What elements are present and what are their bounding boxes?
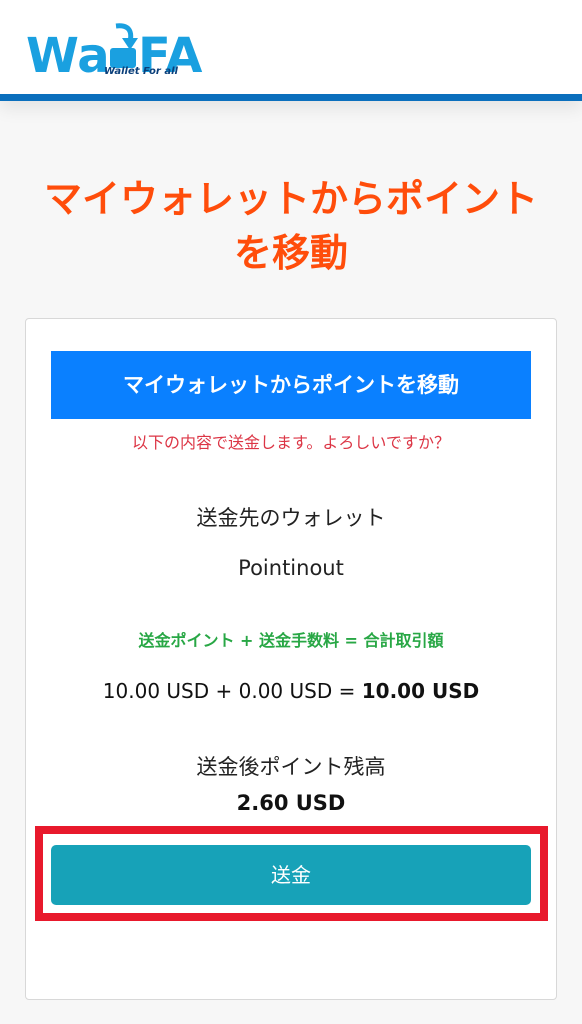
amount-total: 10.00 USD — [361, 679, 480, 703]
logo-text-wa: Wa — [26, 28, 110, 80]
confirm-message: 以下の内容で送金します。よろしいですか？ — [132, 433, 450, 452]
amount-fee: 0.00 USD — [238, 679, 333, 703]
plus-sign: + — [209, 679, 239, 703]
site-header: Wa FA Wallet For all — [0, 0, 582, 101]
balance-label: 送金後ポイント残高 — [196, 755, 386, 779]
page-title-line2: を移動 — [233, 231, 348, 275]
destination-label: 送金先のウォレット — [196, 506, 386, 530]
wafa-logo-graphic: Wa FA Wallet For all — [26, 23, 202, 80]
page-title-line1: マイウォレットからポイント — [43, 177, 538, 221]
wafa-logo[interactable]: Wa FA Wallet For all — [26, 20, 216, 80]
formula-label: 送金ポイント + 送金手数料 = 合計取引額 — [138, 631, 444, 650]
page-title: マイウォレットからポイント を移動 — [20, 172, 562, 280]
logo-tagline: Wallet For all — [104, 66, 179, 77]
destination-wallet-value: Pointinout — [238, 556, 344, 580]
amount-formula: 10.00 USD + 0.00 USD = 10.00 USD — [26, 676, 556, 706]
card-header: マイウォレットからポイントを移動 — [51, 351, 531, 419]
equals-sign: = — [332, 679, 362, 703]
wallet-arrow-icon — [110, 23, 138, 68]
balance-value: 2.60 USD — [236, 791, 346, 815]
amount-send: 10.00 USD — [102, 679, 210, 703]
send-button[interactable]: 送金 — [51, 845, 531, 905]
